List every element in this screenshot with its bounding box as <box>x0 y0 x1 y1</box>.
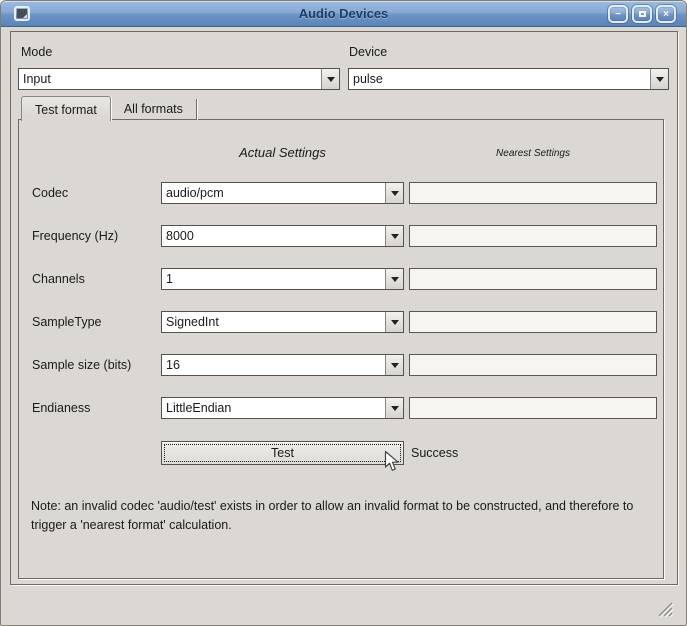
mode-select[interactable]: Input <box>18 68 340 90</box>
device-label: Device <box>349 41 387 63</box>
frequency-label: Frequency (Hz) <box>32 225 118 247</box>
chevron-down-icon <box>385 355 403 375</box>
endianess-label: Endianess <box>32 397 90 419</box>
chevron-down-icon <box>650 69 668 89</box>
chevron-down-icon <box>385 398 403 418</box>
codec-label: Codec <box>32 182 68 204</box>
sampletype-select[interactable]: SignedInt <box>161 311 404 333</box>
frequency-select[interactable]: 8000 <box>161 225 404 247</box>
device-select[interactable]: pulse <box>348 68 669 90</box>
maximize-icon <box>639 11 646 17</box>
resize-grip[interactable] <box>656 600 674 621</box>
chevron-down-icon <box>385 312 403 332</box>
tab-all-formats[interactable]: All formats <box>111 99 197 120</box>
sampletype-nearest-field <box>409 311 657 333</box>
note-text: Note: an invalid codec 'audio/test' exis… <box>31 497 649 535</box>
status-label: Success <box>411 441 458 465</box>
channels-select[interactable]: 1 <box>161 268 404 290</box>
close-button[interactable]: × <box>656 5 676 23</box>
device-value: pulse <box>349 69 650 89</box>
chevron-down-icon <box>385 226 403 246</box>
samplesize-label: Sample size (bits) <box>32 354 131 376</box>
nearest-settings-header: Nearest Settings <box>409 148 657 159</box>
format-tabs: Test format All formats <box>21 96 197 120</box>
tab-test-format[interactable]: Test format <box>21 96 111 121</box>
channels-nearest-field <box>409 268 657 290</box>
maximize-button[interactable] <box>632 5 652 23</box>
codec-select[interactable]: audio/pcm <box>161 182 404 204</box>
endianess-select[interactable]: LittleEndian <box>161 397 404 419</box>
mode-label: Mode <box>21 41 52 63</box>
mouse-cursor <box>384 450 400 476</box>
chevron-down-icon <box>385 269 403 289</box>
sampletype-label: SampleType <box>32 311 101 333</box>
frequency-nearest-field <box>409 225 657 247</box>
endianess-nearest-field <box>409 397 657 419</box>
channels-label: Channels <box>32 268 85 290</box>
close-icon: × <box>663 9 669 20</box>
chevron-down-icon <box>385 183 403 203</box>
samplesize-nearest-field <box>409 354 657 376</box>
minimize-button[interactable]: − <box>608 5 628 23</box>
chevron-down-icon <box>321 69 339 89</box>
audio-devices-window: Audio Devices − × Mode Input Device puls… <box>0 0 687 626</box>
minimize-icon: − <box>615 9 621 20</box>
actual-settings-header: Actual Settings <box>161 145 404 160</box>
window-controls: − × <box>608 5 676 23</box>
window-title: Audio Devices <box>1 1 686 27</box>
codec-nearest-field <box>409 182 657 204</box>
samplesize-select[interactable]: 16 <box>161 354 404 376</box>
test-button[interactable]: Test <box>161 441 404 465</box>
titlebar[interactable]: Audio Devices − × <box>1 1 686 27</box>
mode-value: Input <box>19 69 321 89</box>
